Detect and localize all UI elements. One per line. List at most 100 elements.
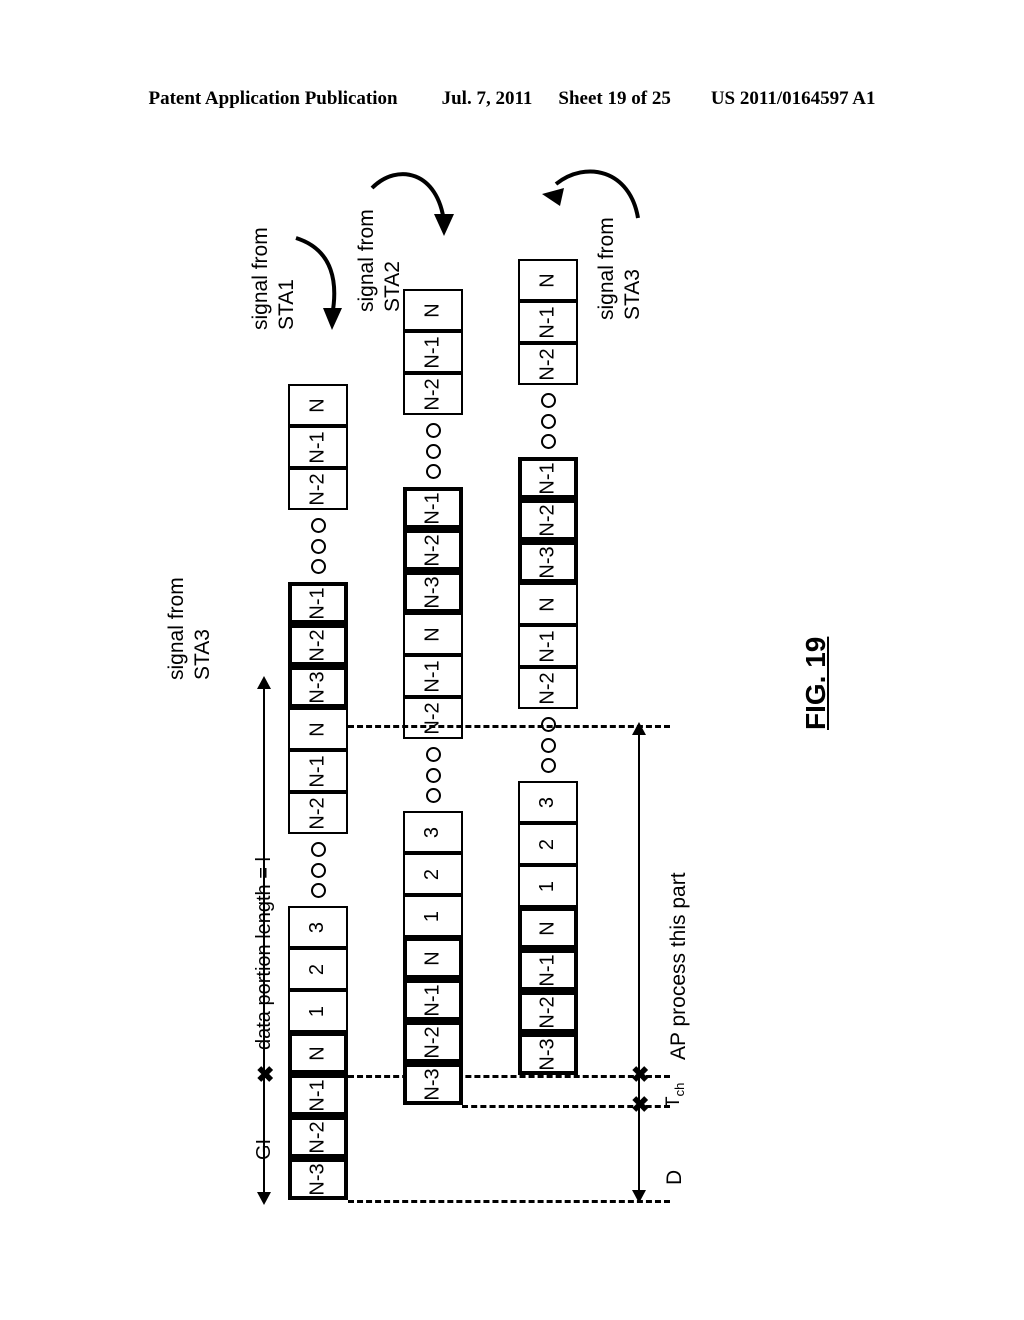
dimension-right-arrow-top	[632, 722, 646, 735]
packet-cell-label: N-1	[536, 305, 559, 339]
ellipsis-dots	[288, 518, 348, 574]
packet-cell: N	[403, 937, 463, 979]
packet-cell-label: N-1	[536, 461, 559, 495]
packet-cell: N-3	[403, 571, 463, 613]
ellipsis-dots	[403, 747, 463, 803]
ellipsis-dots	[403, 423, 463, 479]
packet-cell: N	[518, 259, 578, 301]
packet-cell: N	[403, 289, 463, 331]
dimension-label-d: D	[663, 1169, 686, 1185]
packet-cell-label: N-1	[536, 629, 559, 663]
packet-cell: N	[288, 1032, 348, 1074]
packet-cell: 2	[288, 948, 348, 990]
packet-cell-label: N	[421, 626, 444, 642]
ellipsis-dot	[310, 538, 326, 554]
dash-guide-top	[348, 725, 670, 728]
dimension-label-gi: GI	[253, 1138, 275, 1160]
packet-cell-label: N-1	[421, 491, 444, 525]
packet-cell: N-2	[518, 667, 578, 709]
ellipsis-dot	[540, 413, 556, 429]
packet-cell-label: N-1	[306, 430, 329, 464]
ellipsis-dot	[540, 393, 556, 408]
packet-cell: N-3	[288, 1158, 348, 1200]
packet-cell-label: N	[421, 950, 444, 966]
dimension-left-tick-gi: ✖	[256, 1062, 275, 1087]
callout-label-sta1: signal from	[249, 227, 272, 330]
packet-cell-label: 1	[421, 910, 444, 922]
callout-arrow-sta2	[370, 172, 454, 236]
ellipsis-dot	[425, 788, 441, 803]
dash-guide-tch-upper	[348, 1075, 670, 1078]
packet-cell-label: N-2	[421, 701, 444, 735]
packet-cell: N-1	[403, 331, 463, 373]
ellipsis-dot	[310, 518, 326, 533]
packet-cell: N-1	[288, 1074, 348, 1116]
dimension-label-ap-process: AP process this part	[667, 872, 690, 1060]
packet-cell-label: 2	[536, 838, 559, 850]
ellipsis-dots	[288, 842, 348, 898]
packet-cell-label: 1	[306, 1005, 329, 1017]
packet-cell-label: N	[306, 397, 329, 413]
packet-cell-label: 3	[306, 921, 329, 933]
packet-cell: 2	[518, 823, 578, 865]
packet-cell: 3	[288, 906, 348, 948]
packet-cell-label: N-3	[421, 1067, 444, 1101]
callout-label-sta3-left: signal from	[165, 577, 188, 680]
packet-cell: N-1	[518, 625, 578, 667]
packet-cell-label: N-2	[536, 347, 559, 381]
packet-cell: N	[288, 708, 348, 750]
packet-cell: N-3	[403, 1063, 463, 1105]
packet-cell: N	[288, 384, 348, 426]
dash-guide-bottom	[348, 1200, 670, 1203]
ellipsis-dot	[310, 883, 326, 898]
packet-cell: N-1	[288, 582, 348, 624]
packet-cell-label: N-2	[421, 1025, 444, 1059]
packet-cell: N-2	[403, 373, 463, 415]
dimension-label-tch-subscript: ch	[671, 1082, 687, 1097]
packet-cell-label: N-2	[536, 503, 559, 537]
packet-cell-label: N-2	[536, 995, 559, 1029]
packet-cell: N-1	[518, 457, 578, 499]
packet-cell: N-3	[288, 666, 348, 708]
packet-cell: N-2	[288, 468, 348, 510]
packet-cell: 1	[403, 895, 463, 937]
packet-cell-label: N-1	[421, 335, 444, 369]
ellipsis-dot	[425, 443, 441, 459]
packet-cell: N-1	[403, 487, 463, 529]
callout-label-sta3-left-line2: STA3	[191, 629, 214, 680]
callout-sta3r-line2: STA3	[621, 269, 644, 320]
packet-cell-label: N-1	[306, 754, 329, 788]
callout-label-sta3-right: signal from	[595, 217, 618, 320]
packet-cell: N-2	[518, 991, 578, 1033]
packet-cell: N-1	[288, 426, 348, 468]
packet-cell: N-2	[518, 343, 578, 385]
packet-cell-label: N	[421, 302, 444, 318]
packet-cell: N-1	[403, 655, 463, 697]
packet-cell-label: N-2	[421, 533, 444, 567]
packet-cell-label: 1	[536, 880, 559, 892]
packet-cell-label: N-2	[421, 377, 444, 411]
packet-cell-label: N	[536, 920, 559, 936]
callout-arrow-sta3	[542, 169, 640, 219]
packet-cell-label: N-3	[536, 545, 559, 579]
ellipsis-dot	[540, 758, 556, 773]
packet-cell-label: N-3	[306, 670, 329, 704]
ellipsis-dot	[540, 737, 556, 753]
packet-cell-label: N	[306, 1045, 329, 1061]
packet-cell: N-1	[518, 949, 578, 991]
packet-cell-label: N-3	[306, 1162, 329, 1196]
callout-sta1-line1: signal from	[249, 227, 272, 330]
ellipsis-dot	[425, 464, 441, 479]
packet-cell-label: 3	[536, 796, 559, 808]
callout-label-sta2-line2: STA2	[381, 261, 404, 312]
packet-cell: N	[518, 907, 578, 949]
packet-cell-label: N-3	[421, 575, 444, 609]
ellipsis-dots	[518, 393, 578, 449]
packet-cell-label: N-3	[536, 1037, 559, 1071]
dash-guide-tch-lower	[462, 1105, 670, 1108]
packet-cell-label: N-2	[306, 796, 329, 830]
packet-cell-label: N-1	[306, 586, 329, 620]
packet-cell-label: N-2	[536, 671, 559, 705]
dimension-label-data-portion: data portion length = l	[253, 857, 275, 1050]
dimension-line-right	[638, 733, 640, 1193]
